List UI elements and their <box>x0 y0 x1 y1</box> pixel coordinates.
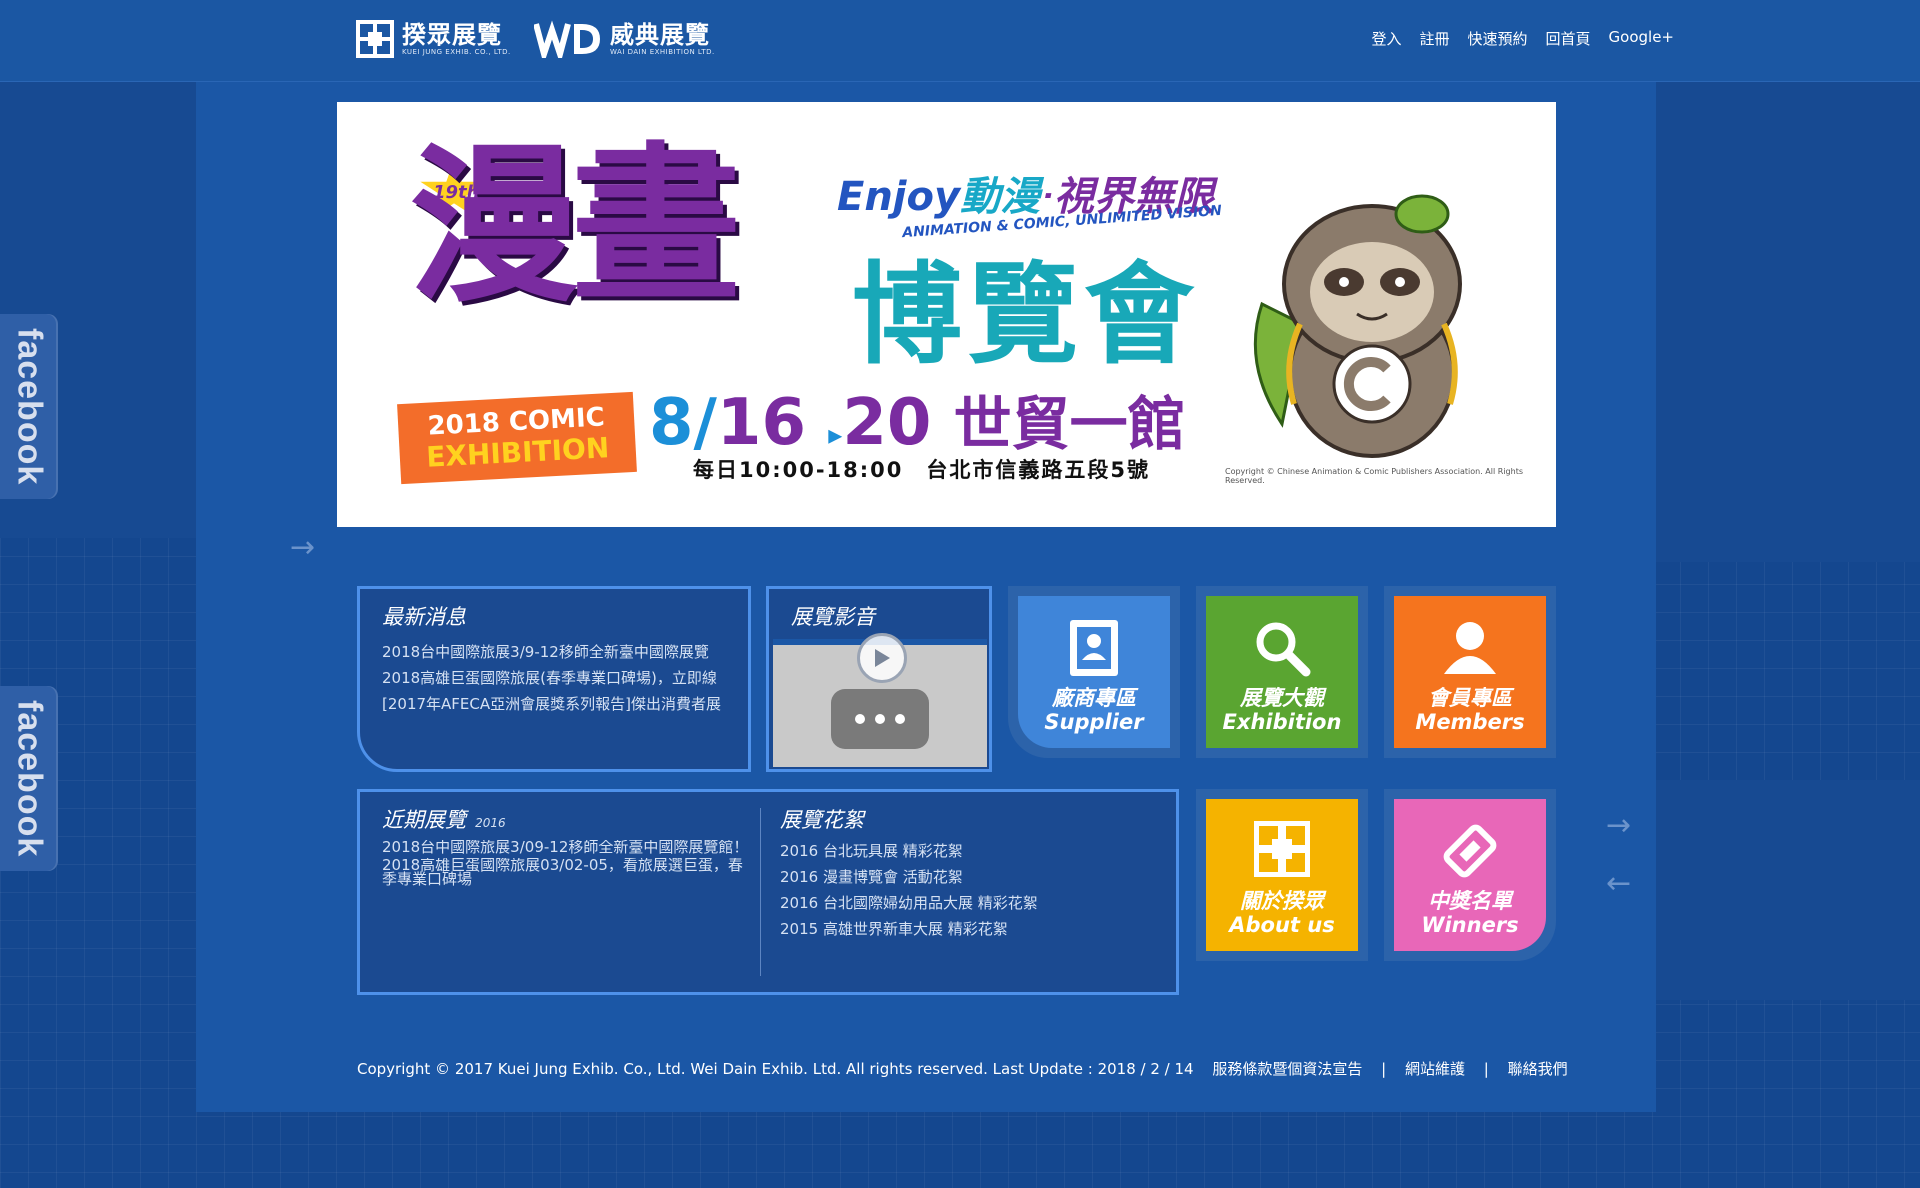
upcoming-item[interactable]: 2018高雄巨蛋國際旅展03/02-05，看旅展選巨蛋，春季專業口碑場 <box>382 858 752 886</box>
nav-register[interactable]: 註冊 <box>1419 28 1449 49</box>
user-icon <box>1444 622 1496 674</box>
chat-bubble-icon <box>831 689 929 749</box>
video-panel: 展覽影音 <box>766 586 992 772</box>
banner-title-manga: 漫畫 <box>409 128 741 326</box>
arrow-right-icon[interactable]: → <box>1606 808 1631 843</box>
nav-login[interactable]: 登入 <box>1371 28 1401 49</box>
about-us-tile-zh: 關於揆眾 <box>1240 889 1324 913</box>
news-item[interactable]: [2017年AFECA亞洲會展獎系列報告]傑出消費者展 <box>382 691 738 717</box>
exhibition-tile-zh: 展覽大觀 <box>1240 686 1324 710</box>
hero-banner[interactable]: 19th 漫畫 Enjoy動漫‧視界無限 ANIMATION & COMIC, … <box>337 102 1556 527</box>
winners-tile[interactable]: 中獎名單 Winners <box>1394 799 1546 951</box>
id-card-icon <box>1070 620 1118 676</box>
highlight-item[interactable]: 2016 漫畫博覽會 活動花絮 <box>780 864 1160 890</box>
upcoming-title: 近期展覽 <box>382 808 466 832</box>
highlight-item[interactable]: 2015 高雄世界新車大展 精彩花絮 <box>780 916 1160 942</box>
latest-news-list: 2018台中國際旅展3/9-12移師全新臺中國際展覽 2018高雄巨蛋國際旅展(… <box>382 639 738 717</box>
ticket-icon <box>1443 824 1497 878</box>
date-end: 20 <box>842 386 932 460</box>
facebook-tab-label: facebook <box>10 327 49 486</box>
winners-tile-zh: 中獎名單 <box>1428 889 1512 913</box>
upcoming-year: 2016 <box>475 816 506 830</box>
nav-google-plus[interactable]: Google+ <box>1609 28 1674 49</box>
banner-hours-address: 每日10:00-18:00 台北市信義路五段5號 <box>693 458 1151 482</box>
footer-separator: | <box>1483 1060 1489 1078</box>
wai-dain-logo-icon <box>533 20 602 65</box>
about-us-tile[interactable]: 關於揆眾 About us <box>1206 799 1358 951</box>
news-item[interactable]: 2018台中國際旅展3/9-12移師全新臺中國際展覽 <box>382 639 738 665</box>
video-title: 展覽影音 <box>791 605 875 629</box>
supplier-tile[interactable]: 廠商專區 Supplier <box>1018 596 1170 748</box>
members-tile-en: Members <box>1415 710 1525 734</box>
play-icon <box>875 649 890 667</box>
footer: Copyright © 2017 Kuei Jung Exhib. Co., L… <box>357 1058 1568 1079</box>
date-start: 16 <box>716 386 806 460</box>
top-nav: 登入 註冊 快速預約 回首頁 Google+ <box>1371 28 1674 49</box>
highlights-title: 展覽花絮 <box>780 808 864 832</box>
footer-copyright: Copyright © 2017 Kuei Jung Exhib. Co., L… <box>357 1060 1194 1078</box>
footer-contact-link[interactable]: 聯絡我們 <box>1508 1060 1568 1078</box>
news-item[interactable]: 2018高雄巨蛋國際旅展(春季專業口碑場)，立即線 <box>382 665 738 691</box>
supplier-tile-en: Supplier <box>1044 710 1144 734</box>
highlight-item[interactable]: 2016 台北國際婦幼用品大展 精彩花絮 <box>780 890 1160 916</box>
tagline-enjoy: Enjoy <box>837 174 961 220</box>
arrow-right-icon[interactable]: → <box>290 530 315 565</box>
logo-title: 威典展覽 <box>610 21 710 49</box>
logo-subtitle: KUEI JUNG EXHIB. CO., LTD. <box>402 48 511 56</box>
date-month: 8/ <box>649 386 717 460</box>
facebook-side-tab[interactable]: facebook <box>0 314 58 499</box>
play-button[interactable] <box>857 633 907 683</box>
footer-terms-link[interactable]: 服務條款暨個資法宣告 <box>1212 1060 1362 1078</box>
banner-copyright: Copyright © Chinese Animation & Comic Pu… <box>1225 467 1523 485</box>
highlight-item[interactable]: 2016 台北玩具展 精彩花絮 <box>780 838 1160 864</box>
upcoming-item[interactable]: 2018台中國際旅展3/09-12移師全新臺中國際展覽館！ <box>382 840 752 854</box>
venue: 世貿一館 <box>953 390 1186 458</box>
supplier-tile-zh: 廠商專區 <box>1052 686 1136 710</box>
nav-quick-booking[interactable]: 快速預約 <box>1468 28 1528 49</box>
comic-badge-line2: EXHIBITION <box>425 431 611 474</box>
latest-news-panel: 最新消息 2018台中國際旅展3/9-12移師全新臺中國際展覽 2018高雄巨蛋… <box>357 586 751 772</box>
panel-divider <box>760 808 761 976</box>
facebook-tab-label: facebook <box>10 699 49 858</box>
about-us-tile-en: About us <box>1229 913 1335 937</box>
logo-subtitle: WAI DAIN EXHIBITION LTD. <box>610 48 715 56</box>
video-player[interactable] <box>773 633 987 767</box>
logo-title: 揆眾展覽 <box>402 21 502 49</box>
logo-kuei-jung[interactable]: 揆眾展覽 KUEI JUNG EXHIB. CO., LTD. <box>356 18 511 60</box>
footer-maintenance-link[interactable]: 網站維護 <box>1405 1060 1465 1078</box>
decor-block <box>1640 482 1920 562</box>
about-logo-icon <box>1254 821 1310 877</box>
winners-tile-en: Winners <box>1421 913 1519 937</box>
nav-home[interactable]: 回首頁 <box>1546 28 1591 49</box>
highlights-list: 2016 台北玩具展 精彩花絮 2016 漫畫博覽會 活動花絮 2016 台北國… <box>780 838 1160 942</box>
exhibition-tile-en: Exhibition <box>1222 710 1342 734</box>
banner-title-expo: 博覽會 <box>852 251 1200 379</box>
magnifier-icon <box>1256 622 1311 677</box>
members-tile-zh: 會員專區 <box>1428 686 1512 710</box>
arrow-left-icon[interactable]: ← <box>1606 866 1631 901</box>
latest-news-title: 最新消息 <box>382 605 466 629</box>
sloth-mascot-icon <box>1253 194 1462 458</box>
comic-exhibition-badge: 2018 COMIC EXHIBITION <box>397 391 637 485</box>
members-tile[interactable]: 會員專區 Members <box>1394 596 1546 748</box>
kuei-jung-logo-icon <box>356 20 394 58</box>
exhibition-tile[interactable]: 展覽大觀 Exhibition <box>1206 596 1358 748</box>
upcoming-exhibitions-panel: 近期展覽 2016 2018台中國際旅展3/09-12移師全新臺中國際展覽館！ … <box>357 789 1179 995</box>
tagline-zh-1: 動漫 <box>960 174 1041 220</box>
upcoming-list: 2018台中國際旅展3/09-12移師全新臺中國際展覽館！ 2018高雄巨蛋國際… <box>382 840 752 886</box>
logo-wai-dain[interactable]: 威典展覽 WAI DAIN EXHIBITION LTD. <box>533 18 715 65</box>
upcoming-heading: 近期展覽 2016 <box>382 804 506 834</box>
footer-separator: | <box>1381 1060 1387 1078</box>
facebook-side-tab[interactable]: facebook <box>0 686 58 871</box>
date-arrow: ▸ <box>828 418 843 451</box>
